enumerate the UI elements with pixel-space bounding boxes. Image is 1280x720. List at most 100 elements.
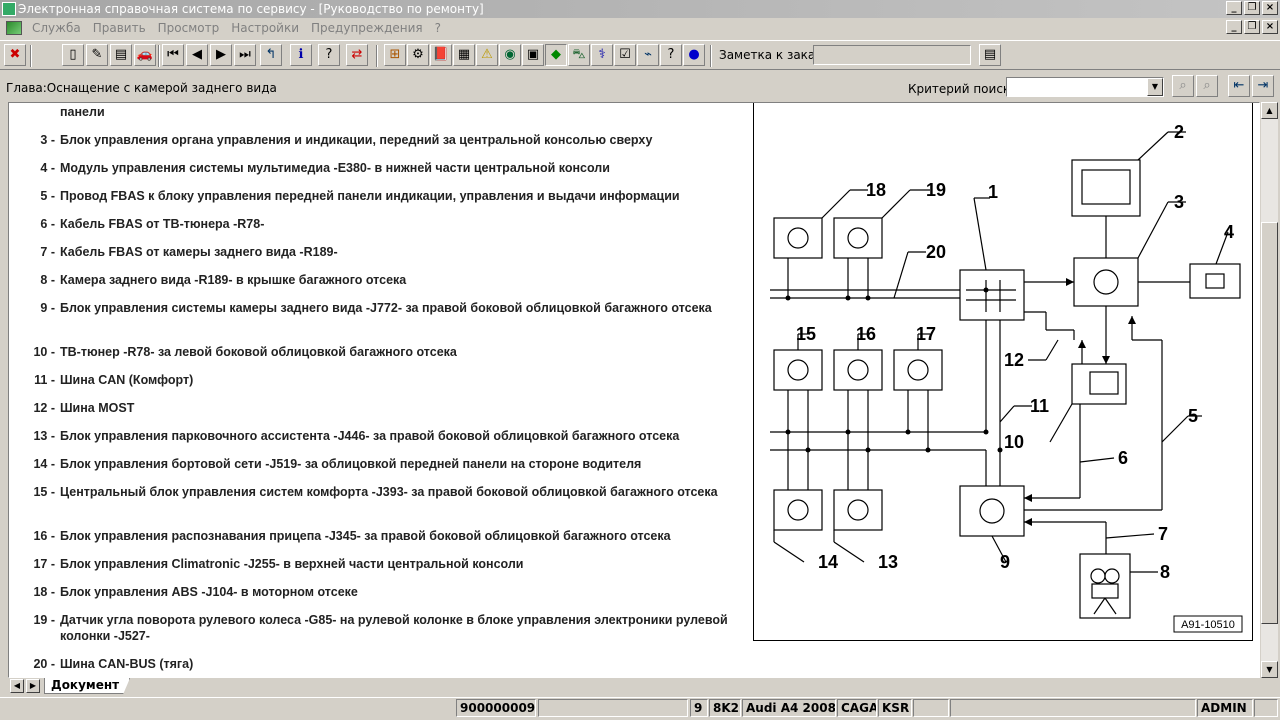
info-book-icon[interactable]: ? xyxy=(660,44,682,66)
legend-item-number: 16 - xyxy=(33,529,55,543)
legend-item-number: 19 - xyxy=(33,613,55,627)
legend-item-number: 9 - xyxy=(40,301,55,315)
status-gearbox: KSR xyxy=(878,699,912,717)
module-2-icon[interactable]: ⚙ xyxy=(407,44,429,66)
restore-button[interactable]: ❐ xyxy=(1244,1,1260,15)
diagram-svg: 2 3 4 5 6 7 8 9 10 11 12 13 14 15 16 17 … xyxy=(770,122,1243,633)
menu-edit[interactable]: Править xyxy=(87,19,152,38)
legend-item-text: Центральный блок управления систем комфо… xyxy=(60,485,718,499)
doc-restore-button[interactable]: ❐ xyxy=(1244,20,1260,34)
list-icon[interactable]: ▦ xyxy=(453,44,475,66)
book-icon[interactable]: 📕 xyxy=(430,44,452,66)
exit-icon[interactable]: ✖ xyxy=(4,44,26,66)
back-icon[interactable]: ↰ xyxy=(260,44,282,66)
legend-item-text: Кабель FBAS от камеры заднего вида -R189… xyxy=(60,245,338,259)
status-engine: CAGA xyxy=(837,699,877,717)
tab-prev-icon[interactable]: ◀ xyxy=(10,679,24,693)
wiring-diagram: 2 3 4 5 6 7 8 9 10 11 12 13 14 15 16 17 … xyxy=(753,103,1253,641)
checklist-icon[interactable]: ☑ xyxy=(614,44,636,66)
help-icon[interactable]: ? xyxy=(318,44,340,66)
edit-doc-icon[interactable]: ✎ xyxy=(86,44,108,66)
diagram-label: 12 xyxy=(1004,350,1024,370)
status-empty-3 xyxy=(950,699,1196,717)
diagram-label: 10 xyxy=(1004,432,1024,452)
legend-item-number: 17 - xyxy=(33,557,55,571)
legend-item-text: Датчик угла поворота рулевого колеса -G8… xyxy=(60,613,728,643)
menu-warnings[interactable]: Предупреждения xyxy=(305,19,429,38)
car-icon[interactable]: ⛍ xyxy=(568,44,590,66)
diagram-label: 13 xyxy=(878,552,898,572)
status-user: ADMIN xyxy=(1197,699,1253,717)
diagram-label: 7 xyxy=(1158,524,1168,544)
prev-page-icon[interactable]: ◀ xyxy=(186,44,208,66)
diagram-label: 5 xyxy=(1188,406,1198,426)
search-next-icon[interactable]: ⌕ xyxy=(1196,75,1218,97)
first-page-icon[interactable]: ⏮ xyxy=(162,44,184,66)
legend-item-number: 12 - xyxy=(33,401,55,415)
menu-help[interactable]: ? xyxy=(429,19,447,38)
order-note-input[interactable] xyxy=(813,45,971,65)
diagram-label: 4 xyxy=(1224,222,1234,242)
warning-icon[interactable]: ⚠ xyxy=(476,44,498,66)
menu-service[interactable]: Служба xyxy=(26,19,87,38)
wiring-icon[interactable]: ⌁ xyxy=(637,44,659,66)
collapse-icon[interactable]: ⇤ xyxy=(1228,75,1250,97)
order-note-button[interactable]: ▤ xyxy=(979,44,1001,66)
vertical-scrollbar[interactable]: ▲ ▼ xyxy=(1261,102,1278,678)
last-page-icon[interactable]: ⏭ xyxy=(234,44,256,66)
diagram-label: 20 xyxy=(926,242,946,262)
diagram-label: 2 xyxy=(1174,122,1184,142)
status-empty-4 xyxy=(1254,699,1278,717)
scroll-down-icon[interactable]: ▼ xyxy=(1261,661,1278,678)
tab-bar: ◀ ▶ Документ xyxy=(0,678,1280,696)
diagram-labels: 2 3 4 5 6 7 8 9 10 11 12 13 14 15 16 17 … xyxy=(796,122,1234,582)
diagram-label: 14 xyxy=(818,552,838,572)
diagnostics-icon[interactable]: ⚕ xyxy=(591,44,613,66)
legend-item-number: 20 - xyxy=(33,657,55,671)
vehicle-icon[interactable]: 🚗 xyxy=(134,44,156,66)
legend-item-number: 10 - xyxy=(33,345,55,359)
globe-icon[interactable]: ◉ xyxy=(499,44,521,66)
diagram-label: 8 xyxy=(1160,562,1170,582)
menu-settings[interactable]: Настройки xyxy=(225,19,305,38)
search-criteria-select[interactable]: ▼ xyxy=(1006,77,1164,97)
app-icon xyxy=(2,2,16,16)
status-model: Audi A4 2008 > xyxy=(742,699,836,717)
diagram-label: 6 xyxy=(1118,448,1128,468)
notes-icon[interactable]: ▤ xyxy=(110,44,132,66)
save-icon[interactable]: ▣ xyxy=(522,44,544,66)
flag-icon[interactable]: ● xyxy=(683,44,705,66)
module-1-icon[interactable]: ⊞ xyxy=(384,44,406,66)
legend-item-number: 18 - xyxy=(33,585,55,599)
doc-close-button[interactable]: × xyxy=(1262,20,1278,34)
legend-item-text: Блок управления ABS -J104- в моторном от… xyxy=(60,585,358,599)
switch-icon[interactable]: ⇄ xyxy=(346,44,368,66)
diagram-label: 19 xyxy=(926,180,946,200)
status-field-1: 9 xyxy=(690,699,708,717)
menu-view[interactable]: Просмотр xyxy=(152,19,226,38)
search-icon[interactable]: ⌕ xyxy=(1172,75,1194,97)
menu-bar: Служба Править Просмотр Настройки Предуп… xyxy=(0,19,1280,38)
tab-document[interactable]: Документ xyxy=(44,678,131,694)
legend-item-text: Блок управления парковочного ассистента … xyxy=(60,429,680,443)
status-bar: 9000000092 9 8K2 Audi A4 2008 > CAGA KSR… xyxy=(0,697,1280,719)
tab-next-icon[interactable]: ▶ xyxy=(26,679,40,693)
legend-item-number: 4 - xyxy=(40,161,55,175)
next-page-icon[interactable]: ▶ xyxy=(210,44,232,66)
close-button[interactable]: × xyxy=(1262,1,1278,15)
new-doc-icon[interactable]: ▯ xyxy=(62,44,84,66)
legend-item-number: 5 - xyxy=(40,189,55,203)
chevron-down-icon: ▼ xyxy=(1147,78,1163,96)
manual-icon[interactable]: ◆ xyxy=(545,44,567,66)
scroll-up-icon[interactable]: ▲ xyxy=(1261,102,1278,119)
minimize-button[interactable]: _ xyxy=(1226,1,1242,15)
scroll-thumb[interactable] xyxy=(1261,222,1278,624)
info-icon[interactable]: ℹ xyxy=(290,44,312,66)
document-view[interactable]: панели 3 - Блок управления органа управлен… xyxy=(8,102,1260,678)
toolbar: ✖ ▯ ✎ ▤ 🚗 ⏮ ◀ ▶ ⏭ ↰ ℹ ? ⇄ ⊞ ⚙ 📕 ▦ ⚠ ◉ ▣ … xyxy=(0,40,1280,70)
doc-minimize-button[interactable]: _ xyxy=(1226,20,1242,34)
legend-item-text: ТВ-тюнер -R78- за левой боковой облицовк… xyxy=(60,345,457,359)
legend-item-text: Модуль управления системы мультимедиа -E… xyxy=(60,161,610,175)
legend-item-text: Камера заднего вида -R189- в крышке бага… xyxy=(60,273,407,287)
expand-icon[interactable]: ⇥ xyxy=(1252,75,1274,97)
